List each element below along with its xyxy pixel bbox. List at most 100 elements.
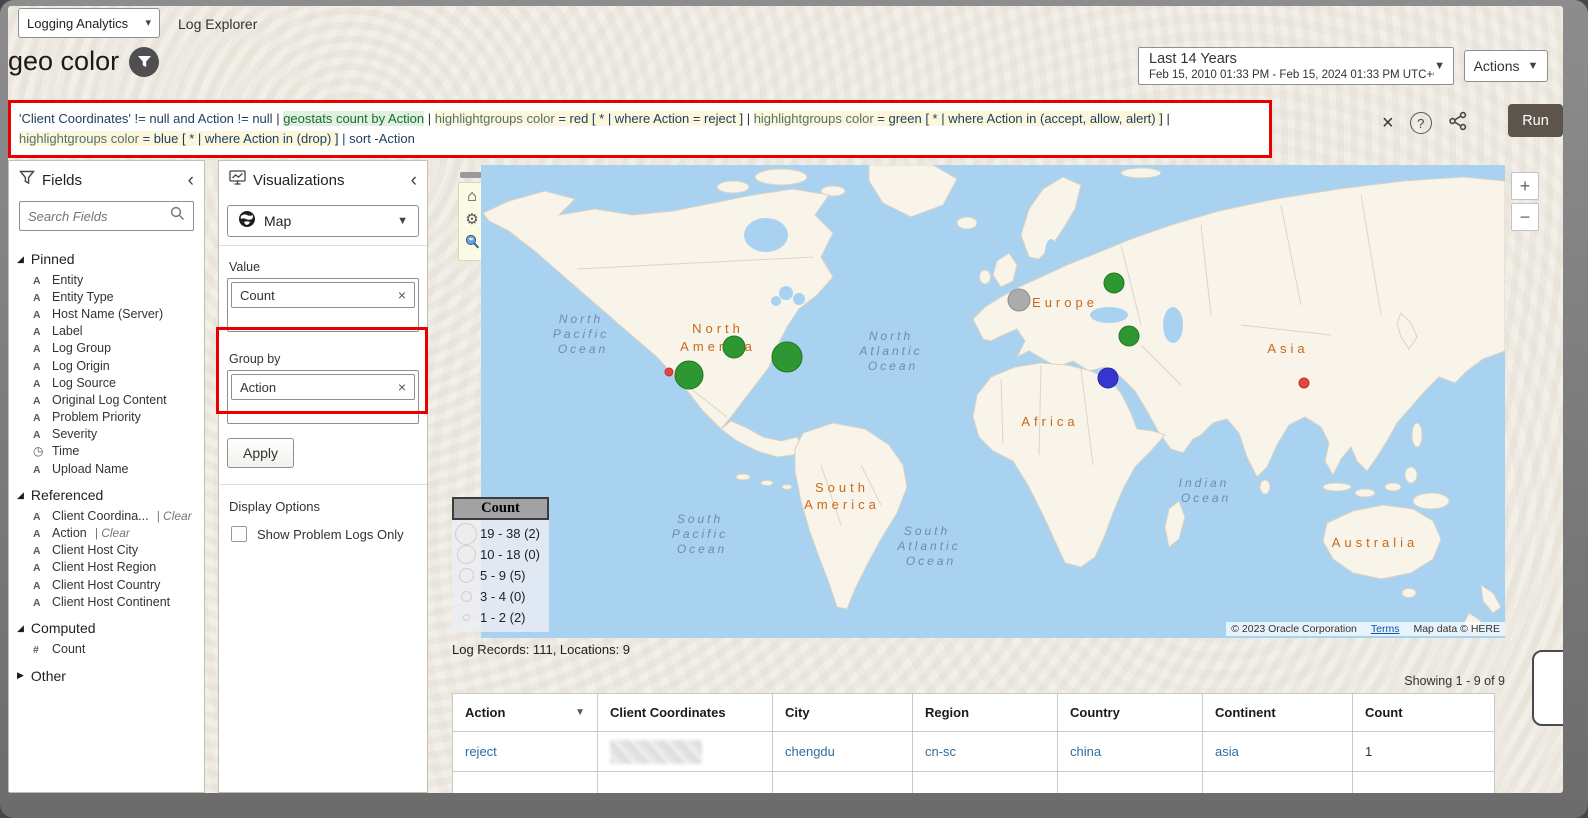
field-item-upload-name[interactable]: A Upload Name: [9, 460, 204, 477]
map-point-green[interactable]: [722, 335, 746, 359]
remove-value-icon[interactable]: ×: [398, 287, 406, 303]
map-point-green[interactable]: [674, 360, 704, 390]
column-header-action[interactable]: Action ▼: [452, 693, 598, 732]
field-item-client-host-continent[interactable]: A Client Host Continent: [9, 593, 204, 610]
field-item-label[interactable]: A Label: [9, 323, 204, 340]
string-field-icon: A: [33, 274, 41, 287]
fields-section-computed[interactable]: ◢ Computed: [9, 610, 204, 640]
column-header-region[interactable]: Region: [912, 693, 1058, 732]
field-item-severity[interactable]: A Severity: [9, 426, 204, 443]
number-field-icon: #: [33, 643, 39, 656]
filter-icon[interactable]: [129, 46, 160, 77]
value-chip[interactable]: Count ×: [231, 282, 415, 308]
cell-link[interactable]: chengdu: [785, 744, 835, 759]
help-icon[interactable]: ?: [1409, 112, 1432, 134]
query-input[interactable]: 'Client Coordinates' != null and Action …: [8, 100, 1272, 158]
query-segment: = green [ * | where Action in (accept, a…: [873, 111, 1163, 126]
field-label: Log Source: [52, 375, 116, 390]
group-by-chip-box[interactable]: Action ×: [227, 370, 419, 424]
column-header-city[interactable]: City: [772, 693, 913, 732]
divider: [219, 245, 427, 246]
column-header-client-coordinates[interactable]: Client Coordinates: [597, 693, 773, 732]
field-item-host-name-server[interactable]: A Host Name (Server): [9, 305, 204, 322]
chart-type-select[interactable]: Map ▼: [227, 205, 419, 237]
legend-bubble-icon: [458, 568, 474, 583]
map-point-red[interactable]: [1298, 377, 1310, 389]
map-point-green[interactable]: [1103, 272, 1125, 294]
apply-button[interactable]: Apply: [227, 438, 295, 468]
query-segment: |: [424, 111, 435, 126]
cell-link[interactable]: reject: [465, 744, 497, 759]
map-point-green[interactable]: [771, 341, 803, 373]
table-cell: reject: [452, 731, 598, 772]
time-range-picker[interactable]: Last 14 Years Feb 15, 2010 01:33 PM - Fe…: [1138, 47, 1454, 85]
ocean-label: Pacific: [553, 327, 609, 341]
legend-title: Count: [452, 497, 549, 520]
legend-item[interactable]: 1 - 2 (2): [452, 607, 549, 628]
cell-link[interactable]: cn-sc: [925, 744, 956, 759]
legend-item[interactable]: 19 - 38 (2): [452, 522, 549, 545]
legend-item[interactable]: 3 - 4 (0): [452, 586, 549, 607]
map-point-blue[interactable]: [1097, 367, 1119, 389]
field-item-entity[interactable]: A Entity: [9, 271, 204, 288]
table-cell: [452, 771, 598, 793]
fields-section-referenced[interactable]: ◢ Referenced: [9, 477, 204, 507]
clear-query-icon[interactable]: ×: [1382, 113, 1394, 133]
app-selector-dropdown[interactable]: Logging Analytics ▾: [18, 8, 160, 38]
run-button[interactable]: Run: [1508, 104, 1563, 137]
map-point-green[interactable]: [1118, 325, 1140, 347]
collapse-fields-icon[interactable]: ‹: [188, 171, 194, 190]
legend-item[interactable]: 5 - 9 (5): [452, 565, 549, 586]
world-map[interactable]: NorthPacificOceanNorthAtlanticOceanSouth…: [481, 165, 1505, 638]
map-zoom-out-button[interactable]: −: [1511, 203, 1539, 231]
column-header-count[interactable]: Count: [1352, 693, 1495, 732]
remove-group-by-icon[interactable]: ×: [398, 379, 406, 395]
query-segment: |: [1162, 111, 1174, 126]
fields-search-input[interactable]: [28, 208, 164, 224]
visualizations-panel: Visualizations ‹ Map ▼ Value Count × Gro…: [216, 160, 428, 793]
field-item-log-source[interactable]: A Log Source: [9, 374, 204, 391]
terms-link[interactable]: Terms: [1371, 623, 1400, 635]
column-header-continent[interactable]: Continent: [1202, 693, 1353, 732]
fields-section-pinned[interactable]: ◢ Pinned: [9, 241, 204, 271]
field-item-entity-type[interactable]: A Entity Type: [9, 288, 204, 305]
legend-bubble-icon: [456, 545, 476, 564]
field-item-problem-priority[interactable]: A Problem Priority: [9, 409, 204, 426]
field-item-action[interactable]: A Action | Clear: [9, 524, 204, 541]
column-header-country[interactable]: Country: [1057, 693, 1203, 732]
field-item-log-group[interactable]: A Log Group: [9, 340, 204, 357]
value-chip-box[interactable]: Count ×: [227, 278, 419, 332]
field-item-client-coordina[interactable]: A Client Coordina... | Clear: [9, 507, 204, 524]
field-item-original-log-content[interactable]: A Original Log Content: [9, 391, 204, 408]
clear-field-link[interactable]: | Clear: [157, 509, 192, 523]
field-item-log-origin[interactable]: A Log Origin: [9, 357, 204, 374]
zoom-to-fit-icon[interactable]: [464, 234, 481, 255]
field-item-client-host-region[interactable]: A Client Host Region: [9, 559, 204, 576]
cell-link[interactable]: china: [1070, 744, 1101, 759]
cell-link[interactable]: asia: [1215, 744, 1239, 759]
field-item-count[interactable]: # Count: [9, 640, 204, 657]
fields-section-other[interactable]: ▶ Other: [9, 658, 204, 688]
field-item-client-host-city[interactable]: A Client Host City: [9, 542, 204, 559]
gear-icon[interactable]: ⚙: [465, 211, 478, 229]
share-icon[interactable]: [1448, 111, 1468, 136]
map-point-red[interactable]: [664, 367, 674, 377]
map-point-gray[interactable]: [1007, 288, 1031, 312]
legend-item[interactable]: 10 - 18 (0): [452, 544, 549, 565]
field-item-client-host-country[interactable]: A Client Host Country: [9, 576, 204, 593]
cell-client-coordinates: [597, 731, 773, 772]
collapsed-panel-handle[interactable]: [1532, 650, 1563, 726]
show-problem-logs-checkbox[interactable]: [231, 526, 247, 542]
column-label: Continent: [1215, 705, 1276, 720]
field-item-time[interactable]: ◷ Time: [9, 443, 204, 460]
collapse-visualizations-icon[interactable]: ‹: [411, 171, 417, 190]
sort-dropdown-icon[interactable]: ▼: [575, 707, 585, 718]
map-zoom-in-button[interactable]: +: [1511, 172, 1539, 200]
clear-field-link[interactable]: | Clear: [95, 526, 130, 540]
query-text: 'Client Coordinates' != null and Action …: [19, 111, 1173, 146]
home-icon[interactable]: ⌂: [467, 188, 477, 206]
table-cell: [772, 771, 913, 793]
group-by-chip[interactable]: Action ×: [231, 374, 415, 400]
actions-button[interactable]: Actions ▼: [1464, 50, 1548, 82]
column-label: Count: [1365, 705, 1403, 720]
